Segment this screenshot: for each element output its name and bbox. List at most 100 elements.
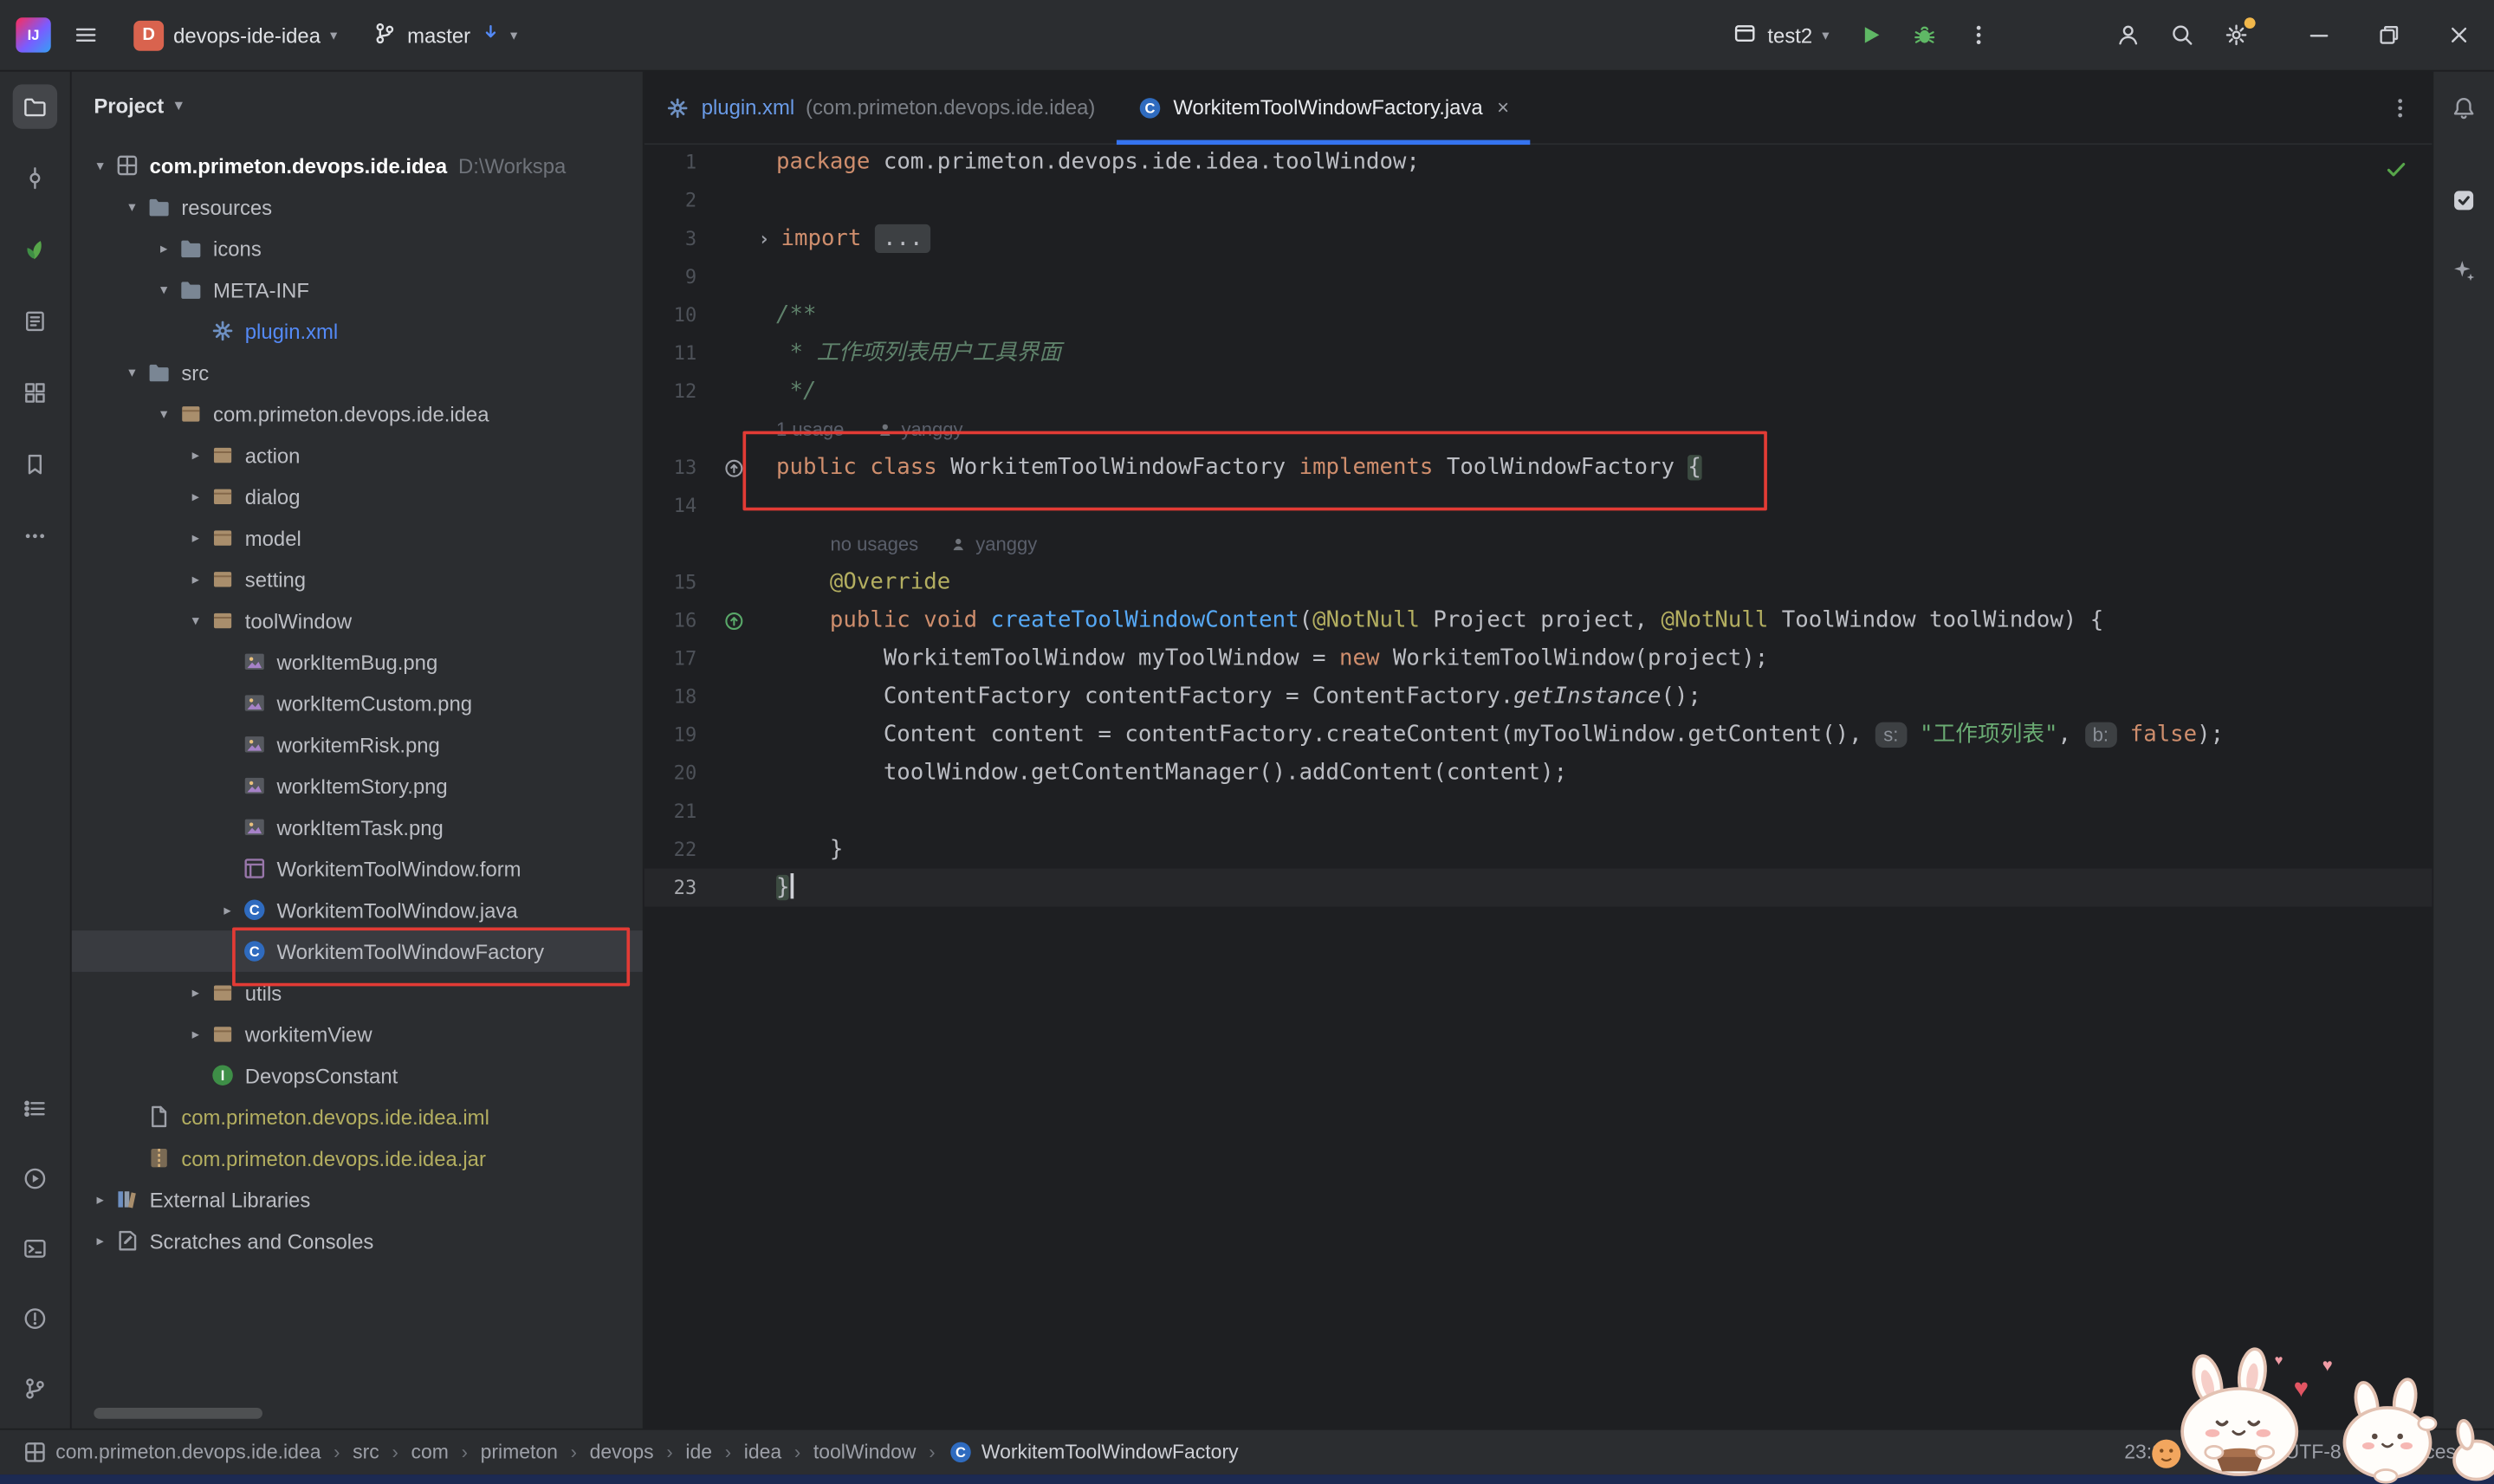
- tree-item-devopsconstant[interactable]: I DevopsConstant: [72, 1054, 643, 1096]
- tool-stripe-ai-assistant[interactable]: [2441, 248, 2485, 292]
- gutter[interactable]: [696, 601, 769, 639]
- minimize-button[interactable]: [2284, 0, 2355, 70]
- restore-button[interactable]: [2354, 0, 2424, 70]
- run-configuration-widget[interactable]: test2 ▾: [1720, 14, 1842, 57]
- gutter[interactable]: [696, 449, 769, 487]
- tree-item-scratches-and-consoles[interactable]: ▸ Scratches and Consoles: [72, 1220, 643, 1261]
- tab-options-button[interactable]: [2367, 72, 2433, 144]
- tool-stripe-bookmarks[interactable]: [13, 442, 57, 486]
- code-line-10[interactable]: 10/**: [645, 296, 2434, 334]
- tool-stripe-commit[interactable]: [13, 156, 57, 200]
- chevron-right-icon[interactable]: ▸: [183, 488, 208, 505]
- tool-stripe-version-control[interactable]: [13, 1366, 57, 1410]
- project-panel-title[interactable]: Project: [94, 93, 164, 117]
- line-separator[interactable]: CRLF: [2198, 1442, 2250, 1464]
- inlay-usage-hint[interactable]: 1 usage yanggy: [645, 411, 2434, 449]
- tree-item-com-primeton-devops-ide-idea-iml[interactable]: com.primeton.devops.ide.idea.iml: [72, 1096, 643, 1137]
- tree-item-icons[interactable]: ▸ icons: [72, 228, 643, 269]
- chevron-down-icon[interactable]: ▾: [120, 364, 145, 381]
- tree-item-resources[interactable]: ▾ resources: [72, 186, 643, 228]
- tree-item-workitemview[interactable]: ▸ workitemView: [72, 1014, 643, 1055]
- gutter[interactable]: ›: [696, 219, 774, 257]
- chevron-down-icon[interactable]: ▾: [183, 612, 208, 629]
- implements-icon[interactable]: [723, 457, 744, 478]
- breadcrumb-item-src[interactable]: src: [353, 1442, 379, 1464]
- tree-item-action[interactable]: ▸ action: [72, 434, 643, 476]
- breadcrumb-item-toolwindow[interactable]: toolWindow: [813, 1442, 917, 1464]
- code-line-13[interactable]: 13 public class WorkitemToolWindowFactory…: [645, 449, 2434, 487]
- chevron-down-icon[interactable]: ▾: [120, 198, 145, 216]
- tree-item-workitembug-png[interactable]: workItemBug.png: [72, 641, 643, 683]
- tree-item-workitemcustom-png[interactable]: workItemCustom.png: [72, 683, 643, 724]
- tool-stripe-notes[interactable]: [13, 299, 57, 343]
- chevron-down-icon[interactable]: ▾: [87, 157, 113, 174]
- code-line-9[interactable]: 9: [645, 257, 2434, 295]
- chevron-right-icon[interactable]: ▸: [183, 446, 208, 463]
- tree-item-workitemrisk-png[interactable]: workitemRisk.png: [72, 723, 643, 765]
- code-line-18[interactable]: 18 ContentFactory contentFactory = Conte…: [645, 677, 2434, 716]
- branch-widget[interactable]: master ▾: [360, 14, 530, 57]
- tool-stripe-problems[interactable]: [13, 1296, 57, 1340]
- chevron-right-icon[interactable]: ▸: [183, 1025, 208, 1042]
- breadcrumb-item-com[interactable]: com: [411, 1442, 449, 1464]
- code-with-me-button[interactable]: [2102, 10, 2154, 61]
- code-line-12[interactable]: 12 */: [645, 373, 2434, 411]
- tree-item-external-libraries[interactable]: ▸ External Libraries: [72, 1179, 643, 1221]
- tree-item-workitemtask-png[interactable]: workItemTask.png: [72, 807, 643, 848]
- code-line-21[interactable]: 21: [645, 792, 2434, 830]
- code-line-3[interactable]: 3 › import ...: [645, 219, 2434, 257]
- tree-item-com-primeton-devops-ide-idea[interactable]: ▾ com.primeton.devops.ide.idea: [72, 393, 643, 435]
- code-line-15[interactable]: 15 @Override: [645, 563, 2434, 601]
- tree-item-com-primeton-devops-ide-idea[interactable]: ▾ com.primeton.devops.ide.idea D:\Workspa: [72, 145, 643, 186]
- code-line-16[interactable]: 16 public void createToolWindowContent(@…: [645, 601, 2434, 639]
- search-everywhere-button[interactable]: [2157, 10, 2208, 61]
- breadcrumb-item-devops[interactable]: devops: [590, 1442, 654, 1464]
- breadcrumb-item-com-primeton-devops-ide-idea[interactable]: com.primeton.devops.ide.idea: [23, 1440, 321, 1465]
- code-line-17[interactable]: 17 WorkitemToolWindow myToolWindow = new…: [645, 639, 2434, 677]
- tree-item-meta-inf[interactable]: ▾ META-INF: [72, 269, 643, 310]
- tree-item-com-primeton-devops-ide-idea-jar[interactable]: com.primeton.devops.ide.idea.jar: [72, 1137, 643, 1179]
- tree-item-dialog[interactable]: ▸ dialog: [72, 476, 643, 517]
- tree-item-workitemtoolwindow-java[interactable]: ▸ C WorkitemToolWindow.java: [72, 889, 643, 930]
- editor-tab-workitemtoolwindowfactory-java[interactable]: C WorkitemToolWindowFactory.java ×: [1116, 72, 1531, 146]
- tree-item-utils[interactable]: ▸ utils: [72, 972, 643, 1014]
- tree-item-workitemstory-png[interactable]: workItemStory.png: [72, 765, 643, 807]
- debug-button[interactable]: [1899, 10, 1950, 61]
- breadcrumb-item-primeton[interactable]: primeton: [481, 1442, 558, 1464]
- inspections-ok-icon[interactable]: [2384, 158, 2408, 190]
- chevron-right-icon[interactable]: ▸: [87, 1190, 113, 1208]
- tree-item-toolwindow[interactable]: ▾ toolWindow: [72, 599, 643, 641]
- editor-tab-plugin-xml[interactable]: plugin.xml (com.primeton.devops.ide.idea): [645, 72, 1117, 144]
- override-icon[interactable]: [723, 610, 744, 631]
- main-menu-button[interactable]: [61, 10, 112, 61]
- tree-item-model[interactable]: ▸ model: [72, 517, 643, 559]
- more-actions-button[interactable]: [1953, 10, 2005, 61]
- tree-item-workitemtoolwindowfactory[interactable]: C WorkitemToolWindowFactory: [71, 930, 643, 972]
- chevron-right-icon[interactable]: ▸: [183, 529, 208, 547]
- code-line-19[interactable]: 19 Content content = contentFactory.crea…: [645, 716, 2434, 754]
- fold-arrow-icon[interactable]: ›: [758, 219, 769, 257]
- breadcrumb-item-idea[interactable]: idea: [744, 1442, 781, 1464]
- tool-stripe-plugin-leaf[interactable]: [13, 228, 57, 272]
- chevron-right-icon[interactable]: ▸: [87, 1232, 113, 1249]
- close-button[interactable]: [2424, 0, 2494, 70]
- code-line-2[interactable]: 2: [645, 181, 2434, 219]
- code-area[interactable]: 1 package com.primeton.devops.ide.idea.to…: [644, 143, 2434, 1429]
- chevron-right-icon[interactable]: ▸: [151, 239, 176, 256]
- tree-item-workitemtoolwindow-form[interactable]: WorkitemToolWindow.form: [72, 848, 643, 890]
- settings-button[interactable]: [2211, 10, 2262, 61]
- tool-stripe-todo[interactable]: [13, 1086, 57, 1131]
- tool-stripe-services[interactable]: [13, 1157, 57, 1201]
- tool-stripe-more[interactable]: [13, 514, 57, 558]
- breadcrumb-item-workitemtoolwindowfactory[interactable]: C WorkitemToolWindowFactory: [948, 1440, 1239, 1465]
- code-line-11[interactable]: 11 * 工作项列表用户工具界面: [645, 334, 2434, 373]
- tree-item-setting[interactable]: ▸ setting: [72, 558, 643, 599]
- breadcrumb-item-ide[interactable]: ide: [685, 1442, 712, 1464]
- tool-stripe-project-folder[interactable]: [12, 84, 58, 129]
- tool-stripe-tasks-check[interactable]: [2441, 178, 2485, 223]
- chevron-right-icon[interactable]: ▸: [183, 984, 208, 1001]
- caret-position[interactable]: 23:2: [2124, 1442, 2163, 1464]
- chevron-right-icon[interactable]: ▸: [215, 901, 240, 918]
- tool-stripe-notifications-bell[interactable]: [2441, 86, 2485, 130]
- code-line-14[interactable]: 14: [645, 487, 2434, 525]
